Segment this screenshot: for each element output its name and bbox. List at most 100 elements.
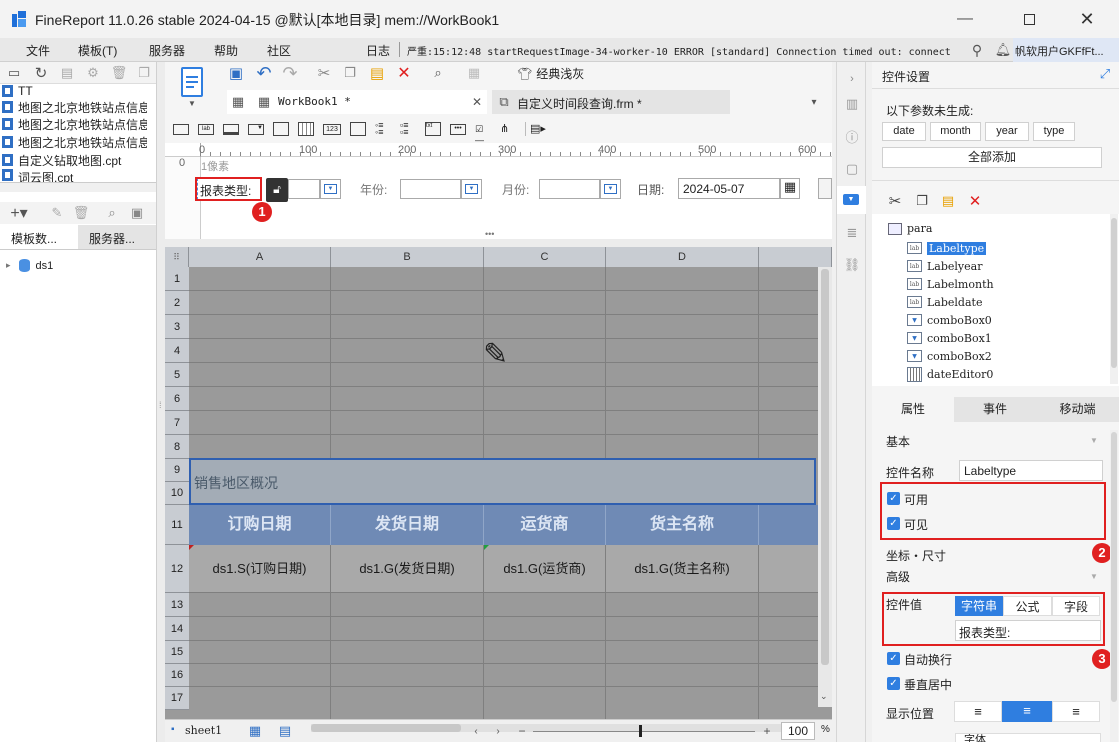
row-header[interactable]: 6 xyxy=(165,387,189,411)
widget-item-labeltype[interactable]: lab Labeltype xyxy=(907,239,987,257)
section-basic[interactable]: 基本 xyxy=(886,433,910,450)
row-header[interactable]: 9 xyxy=(165,459,189,482)
lock-icon[interactable]: 🔓︎ xyxy=(266,178,288,202)
header-cell[interactable]: 货主名称 xyxy=(606,505,759,545)
row-header[interactable]: 12 xyxy=(165,545,189,593)
column-header[interactable]: D xyxy=(606,247,759,267)
add-polysheet-icon[interactable]: ▤ xyxy=(275,723,295,739)
row-header[interactable]: 15 xyxy=(165,641,189,664)
server-dataset-icon[interactable]: ▣ xyxy=(129,205,145,221)
add-sheet-icon[interactable]: ▦ xyxy=(245,723,265,739)
widget-name-input[interactable]: Labeltype xyxy=(959,460,1103,481)
date-editor[interactable]: 2024-05-07 xyxy=(678,178,780,199)
number-widget-icon[interactable]: 123 xyxy=(323,123,341,135)
menu-template[interactable]: 模板(T) xyxy=(78,42,117,59)
section-coord[interactable]: 坐标・尺寸 xyxy=(886,547,946,564)
header-cell[interactable]: 订购日期 xyxy=(189,505,331,545)
column-header[interactable]: A xyxy=(189,247,331,267)
column-header[interactable]: B xyxy=(331,247,484,267)
search-icon[interactable]: ⚲ xyxy=(967,40,987,60)
cell-element-icon[interactable]: ⓘ xyxy=(843,127,861,145)
widget-item-combobox1[interactable]: ▼ comboBox1 xyxy=(907,329,992,347)
format-icon[interactable]: ▦ xyxy=(465,64,483,82)
settings-icon[interactable]: ⚙ xyxy=(85,65,101,81)
param-splitter[interactable] xyxy=(165,239,832,247)
combocheck-widget-icon[interactable] xyxy=(273,122,289,136)
data-cell[interactable]: ds1.S(订购日期) xyxy=(189,545,331,593)
wrap-checkbox[interactable]: ✓ xyxy=(887,652,900,665)
row-header[interactable]: 3 xyxy=(165,315,189,339)
delete-toolbar-icon[interactable]: ✕ xyxy=(395,64,413,82)
row-header[interactable]: 5 xyxy=(165,363,189,387)
log-button[interactable]: 日志 xyxy=(366,42,390,59)
value-type-field[interactable]: 字段 xyxy=(1052,596,1100,616)
widget-item-labelyear[interactable]: lab Labelyear xyxy=(907,257,982,275)
align-center-icon[interactable]: ≡ xyxy=(1002,701,1052,722)
cell-attr-icon[interactable]: ▥ xyxy=(843,95,861,113)
edit-icon[interactable]: ✎ xyxy=(49,205,65,221)
button-widget-icon[interactable] xyxy=(223,123,239,135)
zoom-input[interactable]: 100 xyxy=(781,722,815,740)
panel-splitter[interactable] xyxy=(0,182,156,192)
value-type-formula[interactable]: 公式 xyxy=(1003,596,1052,616)
style-selector[interactable]: 👕︎ 经典浅灰 xyxy=(517,65,584,82)
open-icon[interactable]: ▤ xyxy=(59,65,75,81)
title-cell[interactable]: 销售地区概况 xyxy=(189,458,816,505)
row-header[interactable]: 2 xyxy=(165,291,189,315)
hyperlink-icon[interactable]: ⛓︎ xyxy=(843,256,861,274)
file-item[interactable]: 词云图.cpt xyxy=(2,169,147,182)
undo-icon[interactable]: ↶ xyxy=(254,63,274,83)
param-chip-date[interactable]: date xyxy=(882,122,926,141)
copy-icon[interactable]: ❐ xyxy=(136,65,152,81)
tab-list-icon[interactable]: ▾ xyxy=(806,94,822,110)
tab-frm[interactable]: ⧉ 自定义时间段查询.frm * xyxy=(492,90,730,114)
tab-mobile[interactable]: 移动端 xyxy=(1036,397,1119,422)
add-dataset-icon[interactable]: +▾ xyxy=(8,204,30,222)
combobox0-button[interactable]: ▼ xyxy=(320,179,341,199)
preview-toolbar-icon[interactable]: ⌕ xyxy=(429,64,447,82)
bell-icon[interactable]: 🔔︎ xyxy=(993,40,1013,60)
row-header[interactable]: 1 xyxy=(165,267,189,291)
combobox1-button[interactable]: ▼ xyxy=(461,179,482,199)
data-cell[interactable]: ds1.G(发货日期) xyxy=(331,545,484,593)
widget-item-combobox2[interactable]: ▼ comboBox2 xyxy=(907,347,992,365)
condition-icon[interactable]: ≣ xyxy=(843,224,861,242)
header-cell[interactable]: 发货日期 xyxy=(331,505,484,545)
section-advanced[interactable]: 高级 xyxy=(886,568,910,585)
chevron-down-icon[interactable]: ▼ xyxy=(1090,436,1098,445)
tab-events[interactable]: 事件 xyxy=(954,397,1036,422)
label-widget-icon[interactable]: lab xyxy=(198,123,214,135)
textbox-widget-icon[interactable] xyxy=(173,123,189,135)
widget-settings-tab[interactable]: ▼ xyxy=(837,186,866,214)
user-badge[interactable]: 帆软用户GKFfFt... xyxy=(1013,38,1119,62)
left-splitter[interactable]: ⁞ xyxy=(157,62,165,742)
float-element-icon[interactable]: ▢ xyxy=(843,160,861,178)
paste-icon[interactable]: ▤ xyxy=(368,64,386,82)
minimize-icon[interactable]: — xyxy=(953,8,977,30)
tab-workbook1[interactable]: ▦ ▦ WorkBook1 * ✕ xyxy=(227,90,487,114)
props-scrollbar[interactable] xyxy=(1110,430,1118,742)
combobox2-button[interactable]: ▼ xyxy=(600,179,621,199)
column-header[interactable] xyxy=(759,247,832,267)
combobox1[interactable] xyxy=(400,179,461,199)
expand-icon[interactable]: ▸ xyxy=(6,260,11,271)
collapse-arrow-icon[interactable]: › xyxy=(843,70,861,88)
data-cell[interactable]: ds1.G(货主名称) xyxy=(606,545,759,593)
scroll-left-icon[interactable]: ‹ xyxy=(470,723,482,739)
row-header[interactable]: 4 xyxy=(165,339,189,363)
password-widget-icon[interactable]: ••• xyxy=(450,123,466,135)
dataset-item[interactable]: ▸ ds1 xyxy=(6,259,53,272)
file-item[interactable]: 地图之北京地铁站点信息 xyxy=(2,98,147,116)
menu-file[interactable]: 文件 xyxy=(26,42,50,59)
paste-widget-icon[interactable]: ▤ xyxy=(939,192,957,210)
more-widgets-icon[interactable]: ▤▸ xyxy=(525,122,546,136)
radio-widget-icon[interactable]: ◦≡ ◦≡ xyxy=(375,121,391,137)
widget-value-input[interactable]: 报表类型: xyxy=(955,620,1101,641)
valign-checkbox[interactable]: ✓ xyxy=(887,677,900,690)
row-header[interactable]: 7 xyxy=(165,411,189,435)
row-header[interactable]: 17 xyxy=(165,687,189,710)
date-widget-icon[interactable] xyxy=(298,122,314,136)
data-cell[interactable]: ds1.G(运货商) xyxy=(484,545,606,593)
widget-item-dateeditor0[interactable]: dateEditor0 xyxy=(907,365,993,383)
zoom-out-icon[interactable]: − xyxy=(516,723,528,739)
